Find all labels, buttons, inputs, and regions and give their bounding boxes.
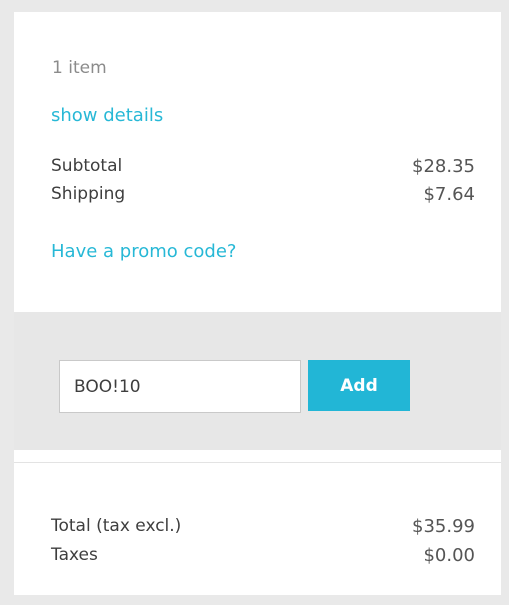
- shipping-label: Shipping: [51, 184, 126, 204]
- show-details-link[interactable]: show details: [51, 105, 163, 126]
- items-count: 1 item: [52, 58, 107, 78]
- total-label: Total (tax excl.): [51, 516, 182, 536]
- subtotal-value: $28.35: [412, 156, 475, 177]
- shipping-value: $7.64: [423, 184, 475, 205]
- promo-code-input[interactable]: [59, 360, 301, 413]
- subtotal-label: Subtotal: [51, 156, 123, 176]
- subtotal-row: Subtotal $28.35: [51, 156, 475, 177]
- cart-summary-card: 1 item show details Subtotal $28.35 Ship…: [14, 12, 501, 595]
- total-row: Total (tax excl.) $35.99: [51, 516, 475, 537]
- total-value: $35.99: [412, 516, 475, 537]
- divider: [14, 462, 501, 463]
- promo-code-link[interactable]: Have a promo code?: [51, 241, 236, 262]
- shipping-row: Shipping $7.64: [51, 184, 475, 205]
- promo-code-section: Add: [14, 312, 501, 450]
- taxes-label: Taxes: [51, 545, 98, 565]
- add-promo-button[interactable]: Add: [308, 360, 410, 411]
- taxes-value: $0.00: [423, 545, 475, 566]
- taxes-row: Taxes $0.00: [51, 545, 475, 566]
